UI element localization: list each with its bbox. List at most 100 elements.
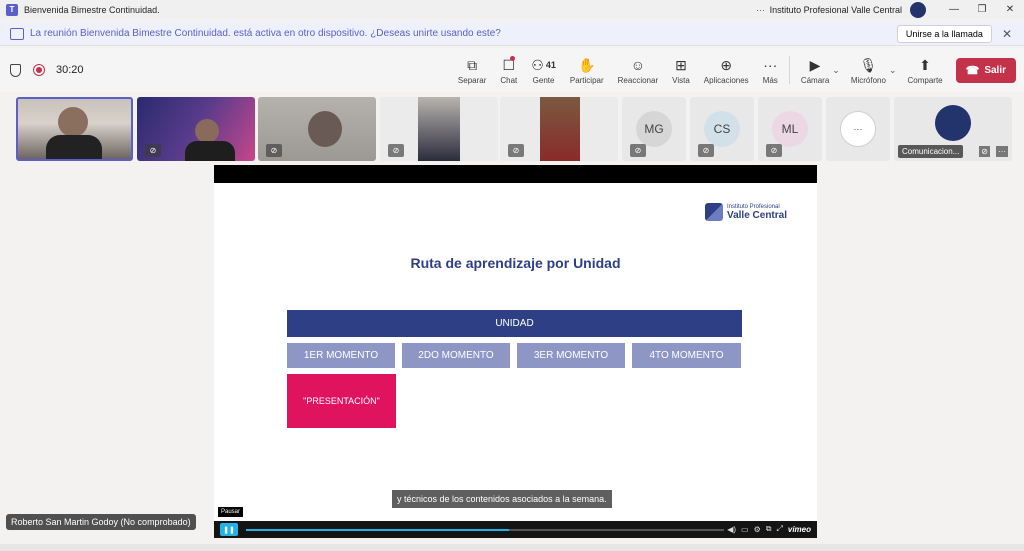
share-button[interactable]: ⬆ Comparte — [907, 56, 942, 85]
popout-label: Separar — [457, 75, 487, 85]
mic-off-icon: ⊘ — [388, 144, 404, 157]
minimize-button[interactable]: — — [940, 4, 968, 15]
meeting-timer: 30:20 — [56, 64, 84, 76]
moment-3: 3ER MOMENTO — [517, 343, 625, 368]
mic-off-icon: ⊘ — [630, 144, 646, 157]
apps-icon: ⊕ — [720, 56, 733, 73]
participant-tile-mg[interactable]: MG ⊘ — [622, 97, 686, 161]
phone-hangup-icon: ☎ — [965, 64, 980, 77]
participant-tile-2[interactable]: ⊘ — [137, 97, 255, 161]
presentation-box: "PRESENTACIÓN" — [287, 374, 396, 428]
more-participants-tile[interactable]: ··· — [826, 97, 890, 161]
react-label: Reaccionar — [617, 75, 659, 85]
camera-button[interactable]: ▶ Cámara — [801, 56, 829, 85]
video-progress-bar[interactable] — [246, 529, 724, 531]
people-button[interactable]: ⚇ 41 Gente — [531, 56, 556, 85]
participant-video — [540, 97, 580, 161]
avatar-initials: MG — [636, 111, 672, 147]
unit-header: UNIDAD — [287, 310, 742, 337]
participant-tile-cs[interactable]: CS ⊘ — [690, 97, 754, 161]
settings-icon[interactable]: ⚙ — [754, 525, 761, 534]
avatar-initials: CS — [704, 111, 740, 147]
participant-tile-5[interactable]: ⊘ — [500, 97, 618, 161]
join-call-button[interactable]: Unirse a la llamada — [896, 24, 992, 43]
meeting-toolbar: 30:20 ⧉ Separar ☐ Chat ⚇ 41 Gente ✋ Parti… — [0, 48, 1024, 92]
avatar-initials: ML — [772, 111, 808, 147]
toolbar-divider — [788, 56, 790, 84]
speaker-name-label: Roberto San Martin Godoy (No comprobado) — [6, 514, 196, 530]
view-label: Vista — [672, 75, 690, 85]
pip-icon[interactable]: ⧉ — [766, 524, 772, 534]
participant-tile-self[interactable] — [16, 97, 133, 161]
active-elsewhere-banner: La reunión Bienvenida Bimestre Continuid… — [0, 22, 1024, 46]
player-icons: ◀) ▭ ⚙ ⧉ ⤢ vimeo — [722, 524, 811, 534]
chat-button[interactable]: ☐ Chat — [500, 55, 518, 85]
logo-big-text: Valle Central — [726, 209, 787, 221]
leave-button[interactable]: ☎ Salir — [955, 57, 1016, 83]
more-button[interactable]: ··· Más — [763, 56, 778, 85]
participant-tile-3[interactable]: ⊘ — [258, 97, 376, 161]
people-icon: ⚇ 41 — [531, 56, 556, 73]
banner-close-icon[interactable]: ✕ — [1002, 27, 1012, 41]
popout-button[interactable]: ⧉ Separar — [458, 56, 486, 85]
share-icon: ⬆ — [919, 56, 931, 73]
device-icon — [10, 27, 24, 40]
mic-off-icon: ⊘ — [266, 144, 282, 157]
participant-tile-ml[interactable]: ML ⊘ — [758, 97, 822, 161]
org-avatar[interactable] — [910, 1, 926, 18]
popout-icon: ⧉ — [467, 56, 478, 73]
video-progress-fill — [246, 529, 509, 531]
restore-button[interactable]: ❐ — [968, 4, 996, 15]
slide-title: Ruta de aprendizaje por Unidad — [410, 255, 621, 271]
person-silhouette — [308, 111, 342, 147]
close-button[interactable]: ✕ — [996, 4, 1024, 15]
more-participants-icon: ··· — [840, 111, 876, 147]
apps-label: Aplicaciones — [703, 75, 749, 85]
apps-button[interactable]: ⊕ Aplicaciones — [704, 56, 749, 85]
leave-label: Salir — [984, 64, 1006, 76]
video-top-bar — [214, 165, 817, 183]
moment-1: 1ER MOMENTO — [287, 343, 395, 368]
chat-unread-dot — [510, 55, 516, 61]
raise-hand-button[interactable]: ✋ Participar — [570, 56, 604, 85]
mic-off-icon: ⊘ — [698, 144, 714, 157]
logo-small-text: Instituto Profesional — [726, 203, 780, 210]
view-button[interactable]: ⊞ Vista — [672, 56, 690, 85]
raise-hand-label: Participar — [569, 75, 604, 85]
participant-name: Comunicacion... — [898, 145, 964, 158]
participant-tile-org[interactable]: Comunicacion... ⊘ ··· — [894, 97, 1012, 161]
react-button[interactable]: ☺ Reaccionar — [618, 56, 658, 85]
camera-chevron-icon[interactable]: ⌄ — [832, 65, 840, 76]
org-logo-avatar — [935, 105, 971, 141]
org-name: Instituto Profesional Valle Central — [769, 4, 902, 15]
smiley-icon: ☺ — [630, 56, 646, 73]
pause-button[interactable]: ❚❚ — [220, 523, 238, 536]
mic-off-icon: ⊘ — [508, 144, 524, 157]
mic-off-icon: ⊘ — [979, 146, 990, 157]
more-label: Más — [762, 75, 778, 85]
ellipsis-icon: ··· — [763, 56, 778, 73]
volume-icon[interactable]: ◀) — [727, 525, 736, 534]
pause-tooltip: Pausar — [218, 507, 244, 517]
teams-icon: T — [6, 3, 18, 16]
mic-off-icon: 🎙 — [859, 56, 878, 73]
person-body — [185, 141, 235, 161]
mic-button[interactable]: 🎙 Micrófono — [851, 56, 886, 85]
chat-label: Chat — [500, 75, 518, 85]
mic-chevron-icon[interactable]: ⌄ — [889, 65, 897, 76]
taskbar — [0, 544, 1024, 551]
window-title: Bienvenida Bimestre Continuidad. — [24, 4, 160, 15]
tile-more-icon[interactable]: ··· — [996, 146, 1008, 157]
more-icon[interactable]: ··· — [752, 5, 770, 15]
participant-tile-4[interactable]: ⊘ — [380, 97, 498, 161]
person-body — [46, 135, 102, 159]
hand-icon: ✋ — [578, 56, 596, 73]
moment-4: 4TO MOMENTO — [632, 343, 741, 368]
person-silhouette — [58, 107, 88, 137]
mic-off-icon: ⊘ — [766, 144, 782, 157]
vimeo-logo[interactable]: vimeo — [788, 525, 811, 534]
captions-icon[interactable]: ▭ — [741, 525, 749, 534]
camera-label: Cámara — [800, 75, 830, 85]
shield-icon[interactable] — [10, 63, 21, 77]
fullscreen-icon[interactable]: ⤢ — [776, 524, 782, 534]
